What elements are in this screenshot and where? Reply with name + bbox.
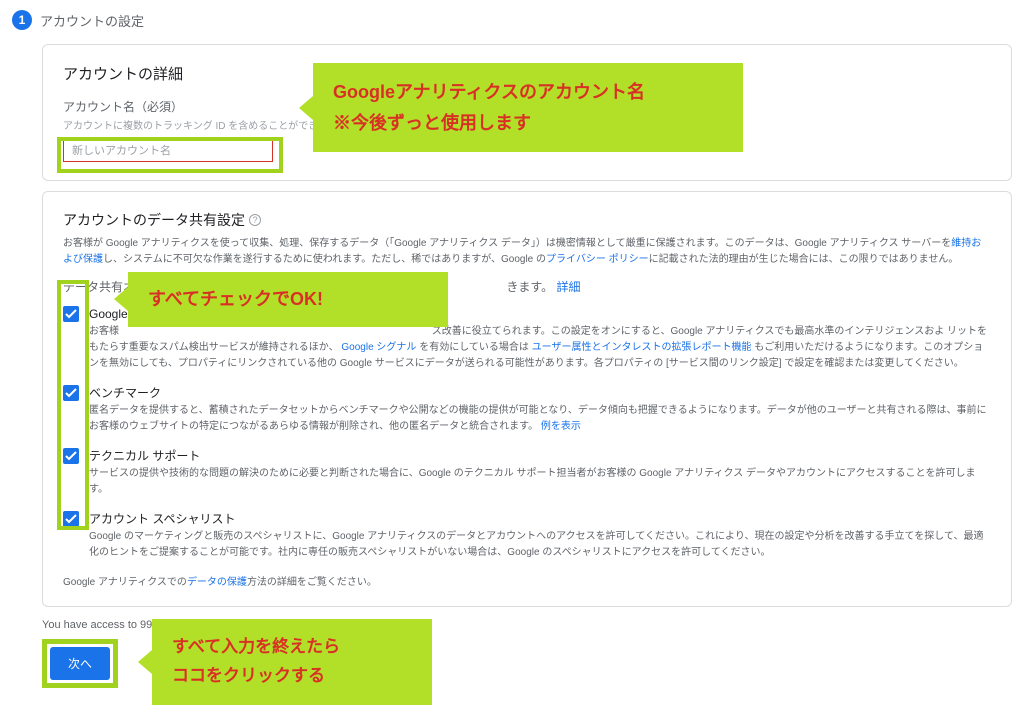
card-title: アカウントのデータ共有設定 ? [63, 210, 991, 230]
option-benchmark-row: ベンチマーク 匿名データを提供すると、蓄積されたデータセットからベンチマークや公… [63, 384, 991, 435]
callout-line: すべて入力を終えたら [172, 633, 412, 662]
option-desc: お客様 ス改善に役立てられます。この設定をオンにすると、Google アナリティ… [89, 324, 991, 372]
data-protection-note: Google アナリティクスでのデータの保護方法の詳細をご覧ください。 [63, 573, 991, 588]
callout-line: ココをクリックする [172, 662, 412, 691]
option-title: テクニカル サポート [89, 447, 991, 464]
option-title: アカウント スペシャリスト [89, 510, 991, 527]
checkbox-specialist[interactable] [63, 511, 79, 527]
option-specialist-row: アカウント スペシャリスト Google のマーケティングと販売のスペシャリスト… [63, 510, 991, 561]
callout-check-all: すべてチェックでOK! [128, 272, 448, 327]
data-protection-link[interactable]: データの保護 [187, 577, 247, 588]
next-button[interactable]: 次へ [50, 647, 110, 680]
privacy-policy-link[interactable]: プライバシー ポリシー [546, 254, 649, 265]
checkbox-google[interactable] [63, 306, 79, 322]
callout-account-name: Googleアナリティクスのアカウント名 ※今後ずっと使用します [313, 63, 743, 152]
option-tech-support-row: テクニカル サポート サービスの提供や技術的な問題の解決のために必要と判断された… [63, 447, 991, 498]
checkbox-benchmark[interactable] [63, 385, 79, 401]
highlight-frame-next: 次へ [42, 639, 118, 688]
checkbox-tech-support[interactable] [63, 448, 79, 464]
callout-line: ※今後ずっと使用します [333, 108, 723, 139]
help-icon[interactable]: ? [249, 214, 261, 226]
callout-next-click: すべて入力を終えたら ココをクリックする [152, 619, 432, 705]
option-title: ベンチマーク [89, 384, 991, 401]
data-sharing-card: アカウントのデータ共有設定 ? お客様が Google アナリティクスを使って収… [42, 191, 1012, 607]
callout-line: Googleアナリティクスのアカウント名 [333, 77, 723, 108]
example-link[interactable]: 例を表示 [541, 421, 581, 432]
option-desc: サービスの提供や技術的な問題の解決のために必要と判断された場合に、Google … [89, 466, 991, 498]
step-number-badge: 1 [12, 10, 32, 30]
google-signal-link[interactable]: Google シグナル [341, 342, 416, 353]
step-header: 1 アカウントの設定 [12, 10, 1012, 30]
user-interest-link[interactable]: ユーザー属性とインタレストの拡張レポート機能 [532, 342, 752, 353]
option-desc: 匿名データを提供すると、蓄積されたデータセットからベンチマークや公開などの機能の… [89, 403, 991, 435]
account-details-card: アカウントの詳細 アカウント名（必須） アカウントに複数のトラッキング ID を… [42, 44, 1012, 181]
account-name-input[interactable]: 新しいアカウント名 [63, 138, 273, 162]
detail-link[interactable]: 詳細 [557, 280, 581, 294]
step-title: アカウントの設定 [40, 11, 144, 30]
data-sharing-description: お客様が Google アナリティクスを使って収集、処理、保存するデータ（「Go… [63, 236, 991, 268]
option-desc: Google のマーケティングと販売のスペシャリストに、Google アナリティ… [89, 529, 991, 561]
